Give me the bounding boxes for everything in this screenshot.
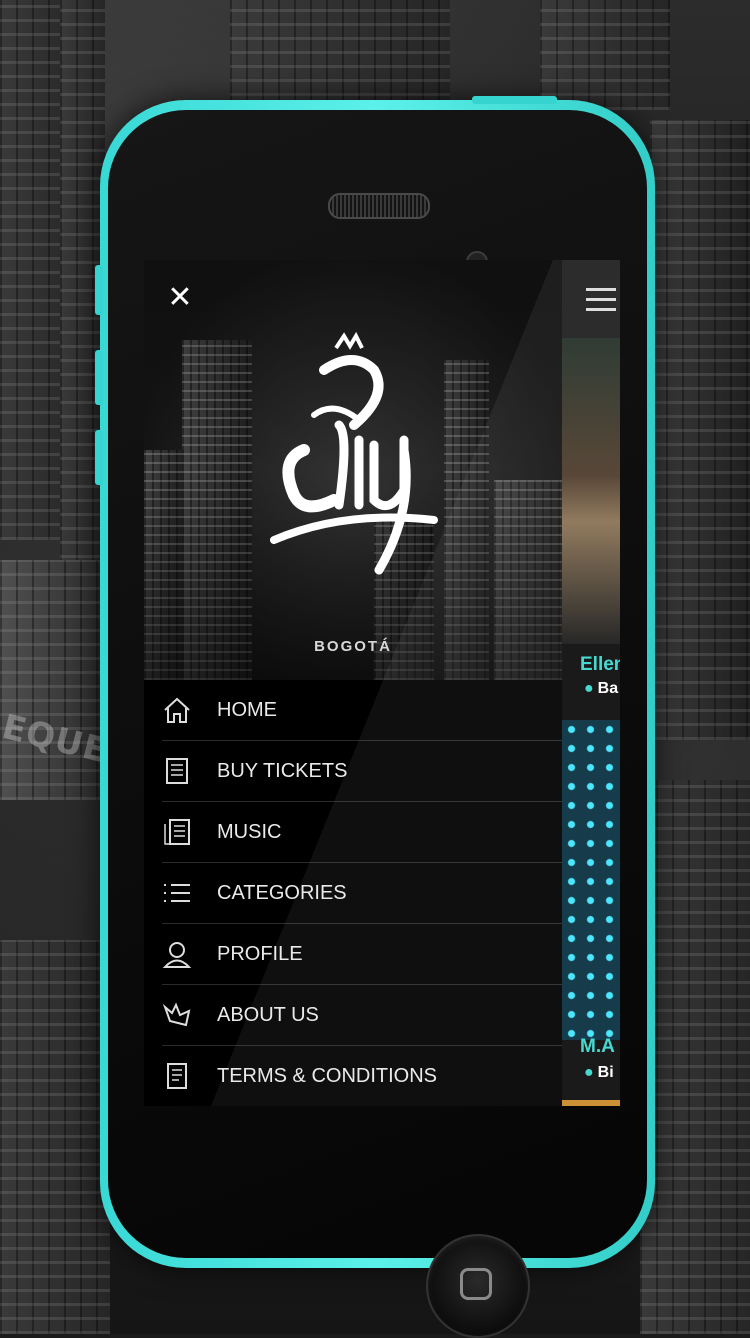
menu-item-label: BUY TICKETS: [217, 760, 348, 782]
event-card-location: ● Ba: [584, 680, 619, 697]
top-bar: [562, 260, 620, 338]
menu-item-categories[interactable]: CATEGORIES: [144, 863, 562, 924]
navigation-drawer: ✕ BOGOTÁ HOME BUY TICKETS MUSIC CATEGORI…: [144, 260, 562, 1106]
music-icon: [164, 819, 190, 845]
drawer-header: ✕ BOGOTÁ: [144, 260, 562, 680]
event-card-location: ● Bi: [584, 1064, 614, 1081]
event-card-title[interactable]: M.A: [580, 1036, 615, 1058]
menu-item-music[interactable]: MUSIC: [144, 802, 562, 863]
about-icon: [162, 1002, 191, 1027]
home-icon: [164, 697, 190, 723]
list-icon: [164, 884, 190, 902]
menu-item-profile[interactable]: PROFILE: [144, 924, 562, 985]
menu-item-label: HOME: [217, 699, 277, 721]
card-accent-bar: [562, 1100, 620, 1106]
volume-button: [95, 265, 103, 315]
city-name: BOGOTÁ: [314, 638, 392, 655]
background-building: [230, 0, 450, 110]
menu-item-label: ABOUT US: [217, 1004, 319, 1026]
close-icon[interactable]: ✕: [166, 283, 194, 313]
ticket-icon: [166, 758, 188, 784]
background-building: [650, 120, 750, 740]
drawer-menu: HOME BUY TICKETS MUSIC CATEGORIES PROFIL…: [144, 680, 562, 1106]
location-pin-icon: ●: [584, 680, 594, 697]
hamburger-menu-icon[interactable]: [586, 288, 616, 318]
event-card-image[interactable]: [562, 338, 620, 644]
document-icon: [167, 1063, 187, 1089]
menu-item-terms-conditions[interactable]: TERMS & CONDITIONS: [144, 1046, 562, 1106]
app-logo: [270, 331, 438, 575]
event-card-image[interactable]: [562, 720, 620, 1040]
app-screen: ✕ BOGOTÁ HOME BUY TICKETS MUSIC CATEGORI…: [144, 260, 620, 1106]
home-button-square-icon: [460, 1268, 492, 1300]
earpiece-speaker: [328, 193, 430, 219]
menu-item-buy-tickets[interactable]: BUY TICKETS: [144, 741, 562, 802]
menu-item-label: TERMS & CONDITIONS: [217, 1065, 438, 1087]
menu-item-label: CATEGORIES: [217, 882, 347, 904]
menu-item-label: PROFILE: [217, 943, 303, 965]
background-building: [0, 940, 110, 1334]
background-building: [640, 780, 750, 1334]
volume-button: [95, 430, 103, 485]
background-building: [540, 0, 670, 110]
content-behind-drawer: Ellen ● Ba M.A ● Bi: [562, 260, 620, 1106]
menu-item-home[interactable]: HOME: [144, 680, 562, 741]
menu-item-label: MUSIC: [217, 821, 282, 843]
volume-button: [95, 350, 103, 405]
user-icon: [162, 942, 192, 968]
menu-item-about-us[interactable]: ABOUT US: [144, 985, 562, 1046]
location-pin-icon: ●: [584, 1064, 594, 1081]
event-card-title[interactable]: Ellen: [580, 654, 620, 676]
power-button: [472, 96, 557, 104]
home-button[interactable]: [426, 1234, 530, 1338]
